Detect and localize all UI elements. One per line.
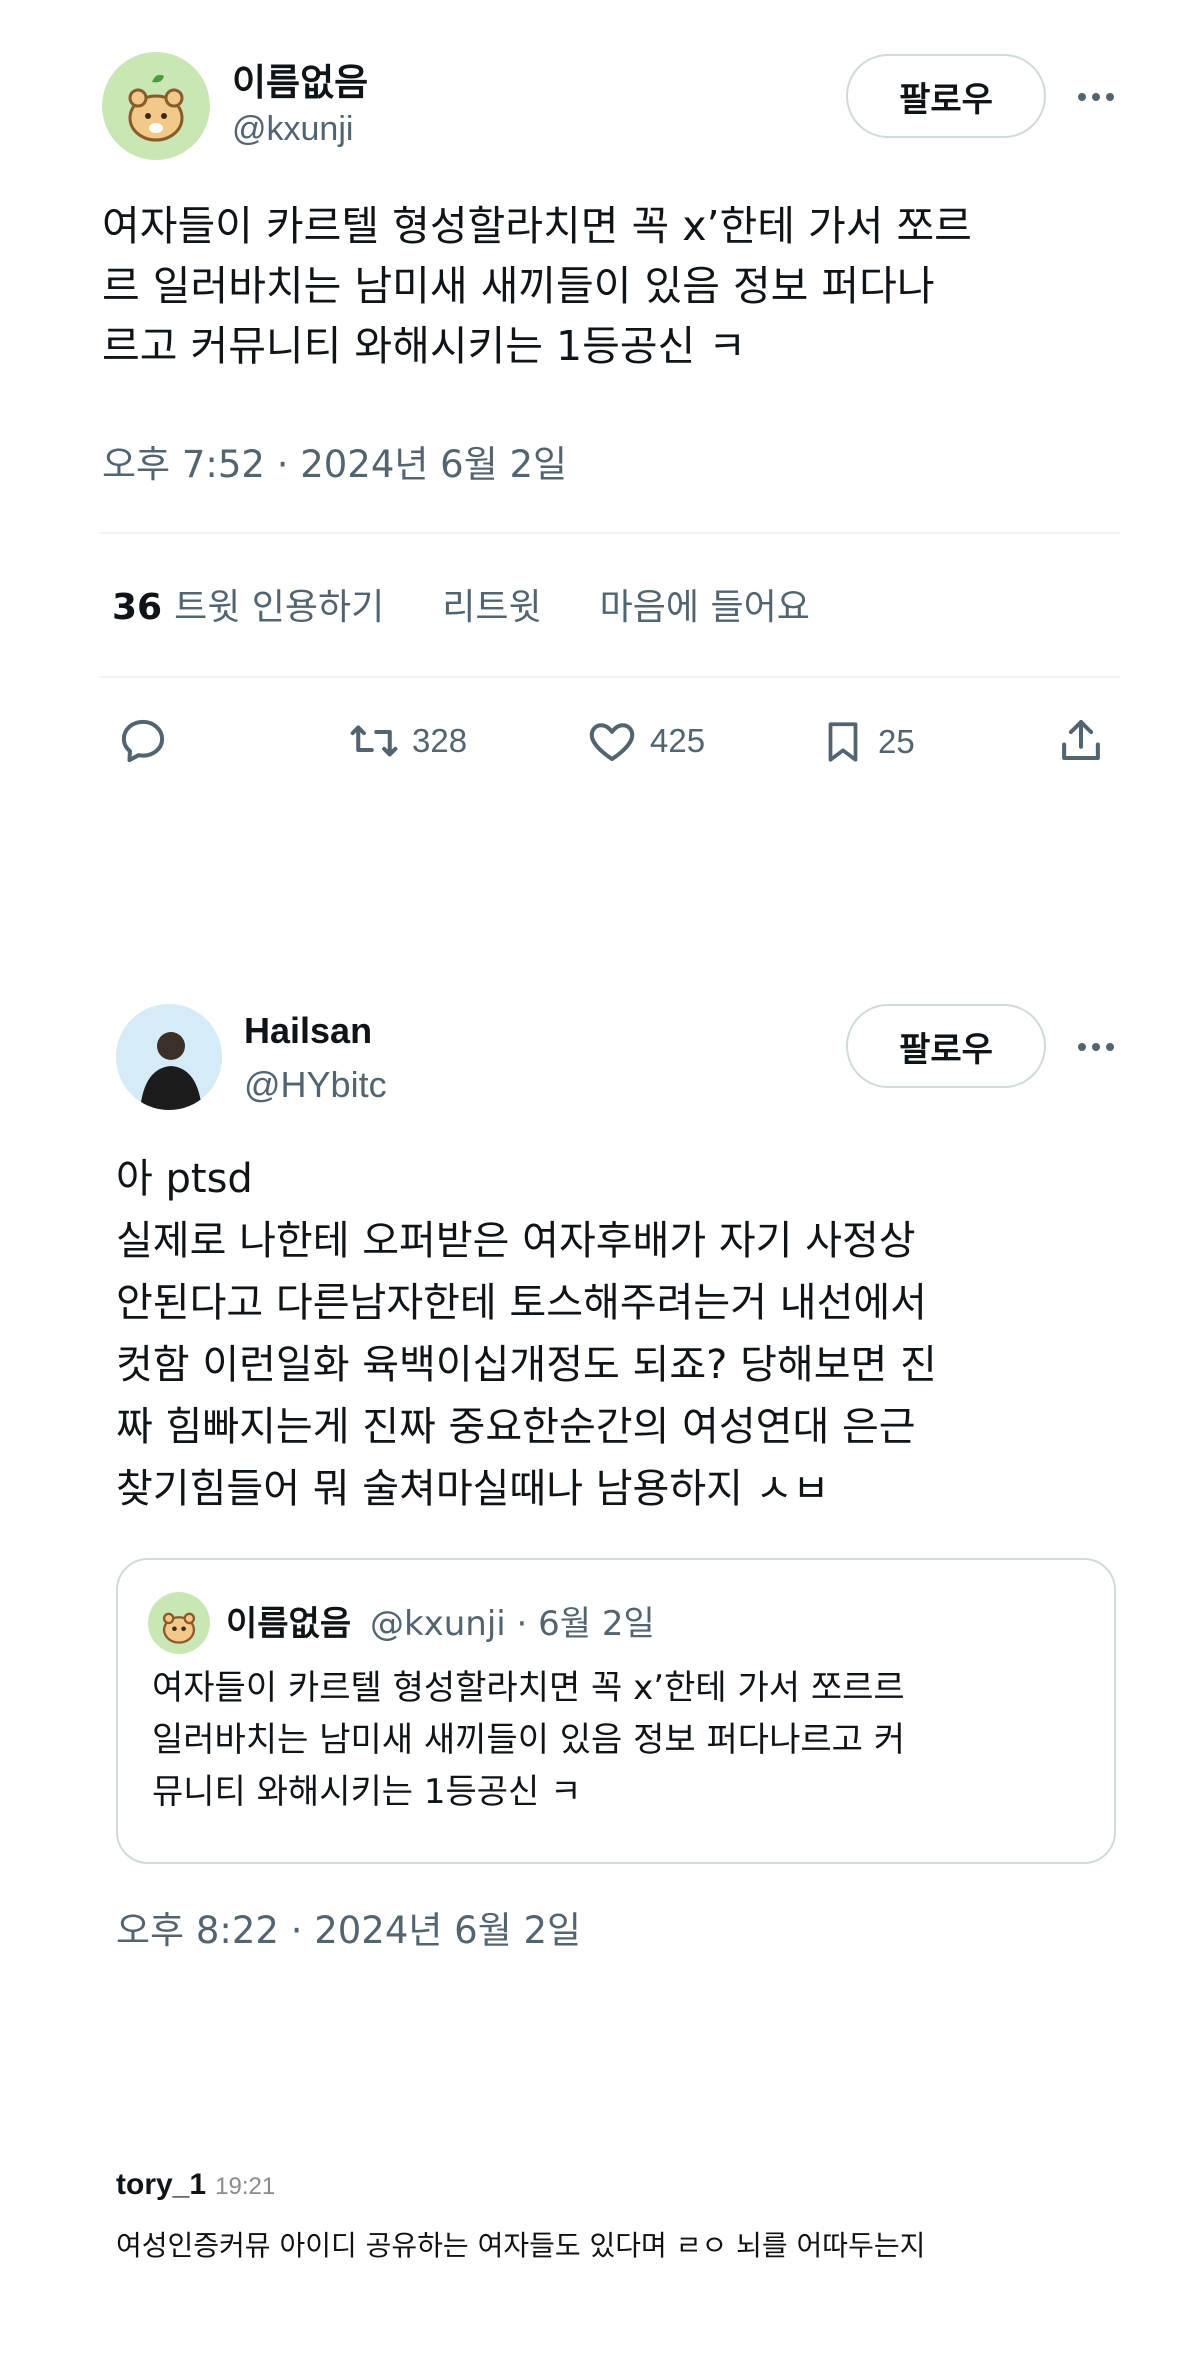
tweet-text: 여자들이 카르텔 형성할라치면 꼭 x’한테 가서 쪼르 르 일러바치는 남미새… xyxy=(102,202,972,370)
bookmark-count: 25 xyxy=(878,723,915,760)
engagement-stats: 36 트윗 인용하기 리트윗 마음에 들어요 xyxy=(112,578,810,630)
divider xyxy=(100,676,1120,678)
reply-icon xyxy=(121,719,165,763)
follow-button[interactable]: 팔로우 xyxy=(846,1004,1046,1088)
share-icon xyxy=(1062,719,1100,761)
comment-header: tory_1 19:21 xyxy=(116,2168,275,2202)
avatar[interactable] xyxy=(116,1004,222,1110)
quoted-tweet[interactable]: 이름없음 @kxunji · 6월 2일 여자들이 카르텔 형성할라치면 꼭 x… xyxy=(116,1558,1116,1864)
display-name[interactable]: 이름없음 xyxy=(232,52,368,106)
quote-avatar xyxy=(148,1592,210,1654)
timestamp[interactable]: 오후 7:52 · 2024년 6월 2일 xyxy=(102,434,567,488)
follow-button[interactable]: 팔로우 xyxy=(846,54,1046,138)
person-avatar-icon xyxy=(116,1004,222,1110)
quote-header: 이름없음 @kxunji · 6월 2일 xyxy=(226,1596,655,1645)
more-options-icon[interactable] xyxy=(1074,1032,1118,1062)
retweet-label[interactable]: 리트윗 xyxy=(442,578,541,630)
comment-time: 19:21 xyxy=(215,2173,276,2200)
like-label[interactable]: 마음에 들어요 xyxy=(600,578,810,630)
bookmark-icon xyxy=(828,722,858,762)
handle[interactable]: @HYbitc xyxy=(244,1064,387,1106)
reply-button[interactable] xyxy=(116,714,170,768)
share-button[interactable] xyxy=(1054,712,1108,768)
comment-text: 여성인증커뮤 아이디 공유하는 여자들도 있다며 ㄹㅇ 뇌를 어따두는지 xyxy=(116,2229,926,2262)
hamster-avatar-icon xyxy=(162,1612,196,1644)
display-name[interactable]: Hailsan xyxy=(244,1010,372,1052)
like-button[interactable]: 425 xyxy=(584,714,705,768)
tweet-text: 아 ptsd 실제로 나한테 오퍼받은 여자후배가 자기 사정상 안된다고 다른… xyxy=(116,1156,937,1512)
like-count: 425 xyxy=(650,722,706,759)
divider xyxy=(100,532,1120,534)
timestamp[interactable]: 오후 8:22 · 2024년 6월 2일 xyxy=(116,1900,581,1954)
more-options-icon[interactable] xyxy=(1074,82,1118,112)
quote-count[interactable]: 36 xyxy=(112,587,162,628)
retweet-button[interactable]: 328 xyxy=(346,714,467,768)
heart-icon xyxy=(589,723,635,762)
quote-text: 여자들이 카르텔 형성할라치면 꼭 x’한테 가서 쪼르르 일러바치는 남미새 … xyxy=(152,1668,906,1812)
retweet-icon xyxy=(350,725,398,757)
hamster-avatar-icon xyxy=(128,74,184,142)
quote-label[interactable]: 트윗 인용하기 xyxy=(174,578,384,630)
retweet-count: 328 xyxy=(412,722,468,759)
bookmark-button[interactable]: 25 xyxy=(818,714,915,770)
quote-handle-date: @kxunji · 6월 2일 xyxy=(369,1604,655,1644)
handle[interactable]: @kxunji xyxy=(232,110,353,149)
avatar[interactable] xyxy=(102,52,210,160)
comment-author[interactable]: tory_1 xyxy=(116,2168,206,2201)
quote-display-name: 이름없음 xyxy=(226,1604,352,1644)
